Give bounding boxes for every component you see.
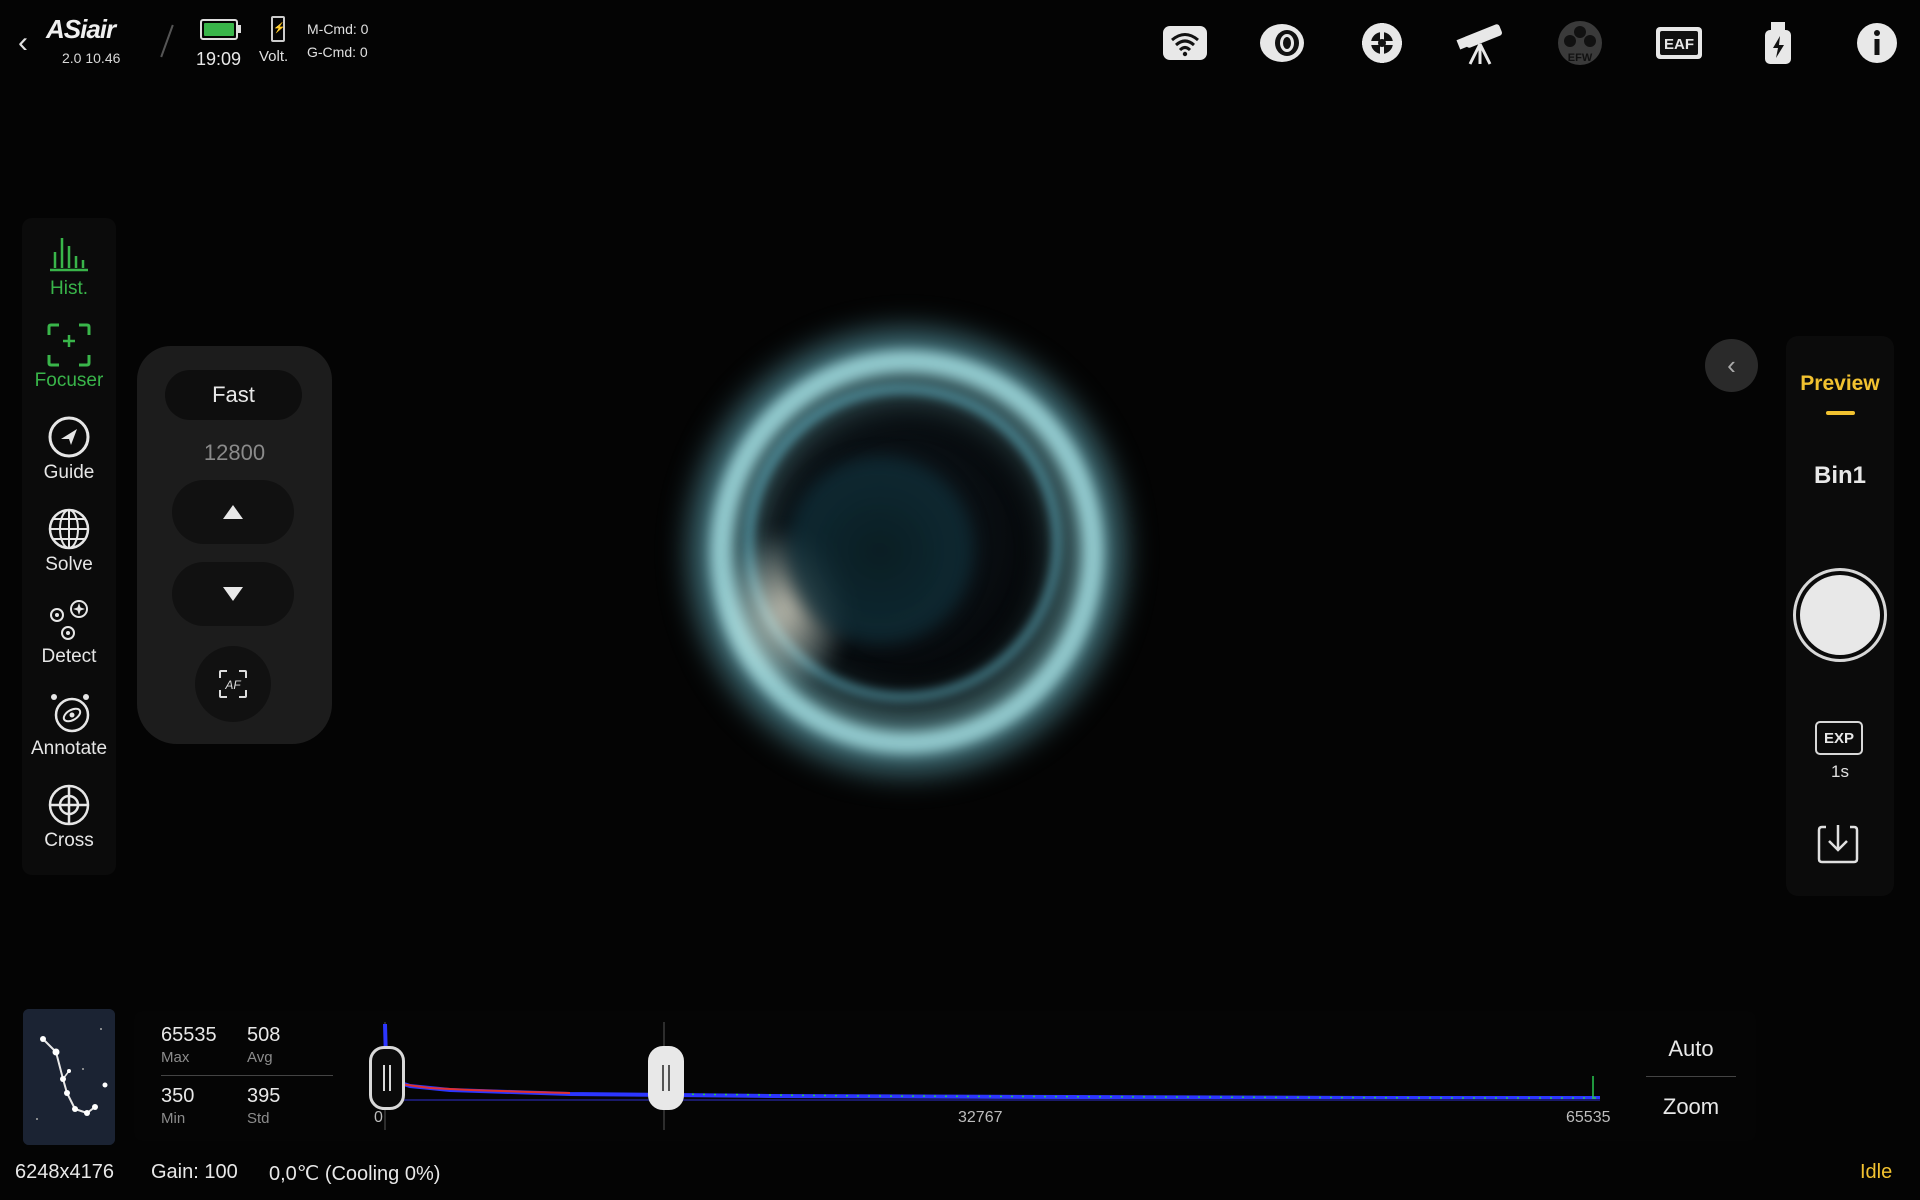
sky-map-thumbnail[interactable] [23, 1009, 115, 1145]
shutter-button[interactable] [1793, 568, 1887, 662]
sidebar-item-guide[interactable]: Guide [22, 414, 116, 484]
image-resolution: 6248x4176 [15, 1161, 114, 1183]
hist-tick-min: 0 [374, 1109, 383, 1126]
stat-avg: 508 Avg [247, 1024, 281, 1066]
exposure-value: 1s [1831, 762, 1849, 781]
crosshair-icon [22, 782, 116, 828]
app-version: 2.0 10.46 [62, 50, 121, 66]
active-tab-indicator [1826, 411, 1855, 415]
svg-text:EFW: EFW [1568, 52, 1593, 64]
sidebar-item-focuser[interactable]: Focuser [22, 322, 116, 392]
clock: 19:09 [196, 49, 242, 69]
battery-icon [200, 19, 241, 40]
sidebar-item-label: Annotate [30, 738, 108, 759]
guide-icon [22, 414, 116, 460]
focuser-icon [22, 322, 116, 368]
info-icon[interactable] [1852, 18, 1902, 68]
svg-text:EAF: EAF [1664, 36, 1694, 53]
focus-up-button[interactable] [172, 480, 294, 544]
sidebar-item-hist[interactable]: Hist. [22, 230, 116, 300]
focuser-panel: Fast 12800 AF [137, 346, 332, 744]
telescope-mount-icon[interactable] [1456, 18, 1506, 68]
usb-storage-icon[interactable] [1753, 18, 1803, 68]
hist-tick-mid: 32767 [958, 1109, 1003, 1126]
wifi-icon[interactable] [1160, 18, 1210, 68]
focuser-speed-button[interactable]: Fast [165, 370, 302, 420]
capture-state: Idle [1860, 1161, 1893, 1183]
divider [160, 24, 174, 58]
chevron-left-icon[interactable]: ‹ [18, 26, 28, 60]
gain-status: Gain: 100 [151, 1161, 238, 1183]
camera-icon[interactable] [1257, 18, 1307, 68]
collapse-panel-button[interactable]: ‹ [1705, 339, 1758, 392]
detect-stars-icon [22, 598, 116, 644]
exposure-icon[interactable]: EXP [1815, 721, 1863, 755]
temperature-status: 0,0℃ (Cooling 0%) [269, 1163, 441, 1185]
m-cmd-status: M-Cmd: 0 [307, 21, 369, 37]
autofocus-button[interactable]: AF [195, 646, 271, 722]
histogram-plot [383, 1022, 1600, 1130]
sidebar-item-label: Detect [41, 646, 97, 667]
sidebar-item-label: Solve [45, 554, 93, 575]
triangle-up-icon [223, 505, 243, 519]
divider [1646, 1076, 1736, 1077]
zoom-button[interactable]: Zoom [1646, 1094, 1736, 1120]
svg-text:AF: AF [224, 678, 241, 692]
sidebar-item-detect[interactable]: Detect [22, 598, 116, 668]
auto-stretch-button[interactable]: Auto [1646, 1036, 1736, 1062]
black-point-handle[interactable] [369, 1046, 405, 1110]
sidebar-item-label: Guide [43, 462, 95, 483]
midtone-handle[interactable] [648, 1046, 684, 1110]
stat-min: 350 Min [161, 1085, 195, 1127]
defocused-star-image [655, 305, 1115, 765]
sidebar-item-label: Cross [44, 830, 94, 851]
mode-preview-tab[interactable]: Preview [1786, 372, 1894, 396]
stat-divider [161, 1075, 333, 1076]
volt-label: Volt. [259, 48, 289, 65]
sidebar-item-label: Focuser [34, 370, 104, 391]
autofocus-icon: AF [219, 670, 247, 698]
eaf-icon[interactable]: EAF [1654, 18, 1704, 68]
sidebar-item-solve[interactable]: Solve [22, 506, 116, 576]
power-icon: ⚡ [271, 16, 285, 42]
g-cmd-status: G-Cmd: 0 [307, 44, 368, 60]
bin-selector[interactable]: Bin1 [1786, 462, 1894, 490]
chevron-left-icon: ‹ [1727, 350, 1736, 380]
triangle-down-icon [223, 587, 243, 601]
sidebar-item-annotate[interactable]: Annotate [22, 690, 116, 760]
focuser-position: 12800 [203, 440, 266, 465]
tool-sidebar: Hist. Focuser Guide Solve Detect Annotat… [22, 218, 116, 875]
histogram-icon [22, 230, 116, 276]
stat-std: 395 Std [247, 1085, 281, 1127]
focus-down-button[interactable] [172, 562, 294, 626]
sidebar-item-label: Hist. [50, 278, 88, 299]
hist-tick-max: 65535 [1566, 1109, 1611, 1126]
stat-max: 65535 Max [161, 1024, 217, 1066]
globe-icon [22, 506, 116, 552]
sidebar-item-cross[interactable]: Cross [22, 782, 116, 852]
download-icon[interactable] [1816, 821, 1860, 865]
annotate-icon [22, 690, 116, 736]
app-logo: ASiair [46, 14, 116, 44]
top-status-bar: ‹ ASiair 2.0 10.46 19:09 ⚡ Volt. M-Cmd: … [0, 0, 1920, 90]
guide-scope-icon[interactable] [1357, 18, 1407, 68]
efw-icon[interactable]: EFW [1555, 18, 1605, 68]
